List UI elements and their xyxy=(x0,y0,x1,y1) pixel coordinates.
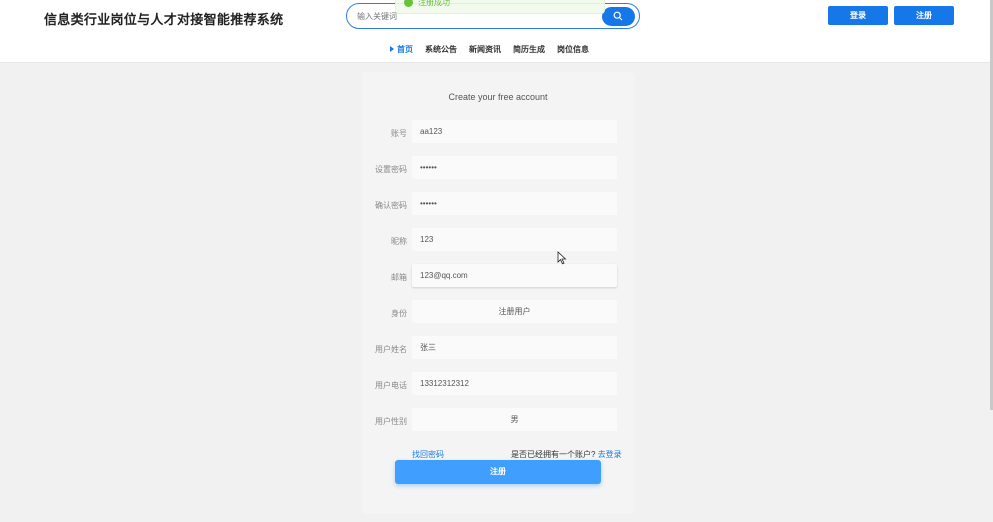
nickname-input[interactable]: 123 xyxy=(412,228,617,251)
search-button[interactable] xyxy=(602,7,635,26)
password-input[interactable]: •••••• xyxy=(412,156,617,179)
gender-label: 用户性别 xyxy=(375,417,407,426)
site-title: 信息类行业岗位与人才对接智能推荐系统 xyxy=(44,12,284,27)
toast-message: 注册成功 xyxy=(418,0,450,7)
success-toast: 注册成功 xyxy=(395,0,605,14)
main-nav: 首页 系统公告 新闻资讯 简历生成 岗位信息 xyxy=(390,44,601,56)
forgot-password-link[interactable]: 找回密码 xyxy=(412,449,444,460)
nickname-label: 昵称 xyxy=(391,237,407,246)
nav-jobs[interactable]: 岗位信息 xyxy=(557,44,589,56)
role-label: 身份 xyxy=(391,309,407,318)
active-arrow-icon xyxy=(390,45,394,52)
form-title: Create your free account xyxy=(448,92,548,102)
have-account-text: 是否已经拥有一个账户? 去登录 xyxy=(511,450,622,459)
confirm-password-input[interactable]: •••••• xyxy=(412,192,617,215)
login-button[interactable]: 登录 xyxy=(828,6,888,25)
go-login-link[interactable]: 去登录 xyxy=(598,450,622,459)
email-label: 邮箱 xyxy=(391,273,407,282)
mouse-cursor-icon xyxy=(557,251,567,265)
account-input[interactable]: aa123 xyxy=(412,120,617,143)
phone-label: 用户电话 xyxy=(375,381,407,390)
username-input[interactable]: 张三 xyxy=(412,336,617,359)
nav-news[interactable]: 新闻资讯 xyxy=(469,44,501,56)
password-label: 设置密码 xyxy=(375,165,407,174)
submit-register-button[interactable]: 注册 xyxy=(395,460,601,484)
role-select[interactable]: 注册用户 xyxy=(412,300,617,323)
header: 信息类行业岗位与人才对接智能推荐系统 注册成功 登录 注册 首页 系统公告 新闻… xyxy=(0,0,993,63)
register-card: Create your free account 账号 aa123 设置密码 •… xyxy=(362,72,634,514)
email-input[interactable]: 123@qq.com xyxy=(412,264,617,287)
nav-home[interactable]: 首页 xyxy=(390,44,413,56)
success-icon xyxy=(404,0,413,7)
account-label: 账号 xyxy=(391,129,407,138)
confirm-password-label: 确认密码 xyxy=(375,201,407,210)
gender-select[interactable]: 男 xyxy=(412,408,617,431)
search-icon xyxy=(613,11,623,21)
nav-announcements[interactable]: 系统公告 xyxy=(425,44,457,56)
register-button[interactable]: 注册 xyxy=(894,6,954,25)
username-label: 用户姓名 xyxy=(375,345,407,354)
nav-resume[interactable]: 简历生成 xyxy=(513,44,545,56)
phone-input[interactable]: 13312312312 xyxy=(412,372,617,395)
